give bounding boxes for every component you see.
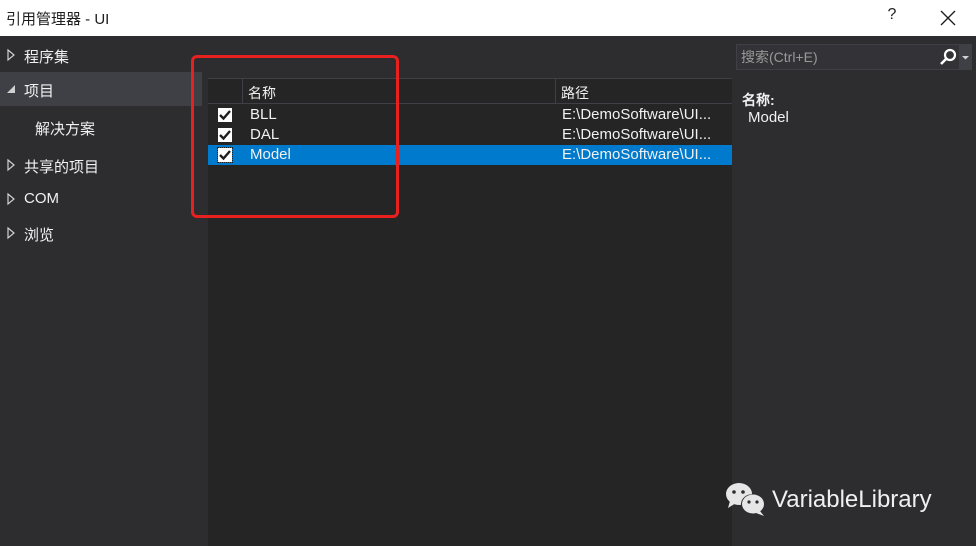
table-row[interactable]: BLL E:\DemoSoftware\UI...: [208, 105, 732, 125]
triangle-down-icon[interactable]: [6, 82, 16, 96]
row-name: BLL: [250, 106, 277, 123]
reference-list-pane: 名称 路径 BLL E:\DemoSoftware\UI... DAL E:\D…: [208, 36, 732, 546]
sidebar-item-shared-projects[interactable]: 共享的项目: [0, 148, 202, 182]
row-name: DAL: [250, 126, 280, 143]
watermark: VariableLibrary: [724, 482, 964, 518]
sidebar-item-label: 解决方案: [35, 121, 96, 138]
checkmark-icon: [219, 130, 231, 141]
window-title: 引用管理器 - UI: [6, 11, 110, 28]
help-button[interactable]: ?: [884, 6, 900, 28]
grid-header: 名称 路径: [208, 78, 732, 104]
detail-name-label: 名称:: [742, 92, 775, 108]
triangle-right-icon[interactable]: [6, 48, 16, 62]
checkbox[interactable]: [217, 147, 233, 163]
detail-name-value: Model: [748, 109, 789, 126]
sidebar-item-label: COM: [24, 190, 59, 207]
table-row-selected[interactable]: Model E:\DemoSoftware\UI...: [208, 145, 732, 165]
search-input[interactable]: [737, 45, 933, 69]
column-header-path[interactable]: 路径: [555, 79, 732, 103]
triangle-right-icon[interactable]: [6, 192, 16, 206]
sidebar-item-label: 浏览: [24, 227, 55, 244]
search-options-dropdown[interactable]: [959, 45, 972, 69]
triangle-right-icon[interactable]: [6, 158, 16, 172]
close-icon: [940, 10, 956, 26]
table-row[interactable]: DAL E:\DemoSoftware\UI...: [208, 125, 732, 145]
sidebar-item-projects[interactable]: 项目: [0, 72, 202, 106]
sidebar-item-label: 共享的项目: [24, 159, 100, 176]
triangle-right-icon[interactable]: [6, 226, 16, 240]
details-pane: 名称: Model: [732, 36, 976, 546]
sidebar-item-solution[interactable]: 解决方案: [0, 110, 202, 144]
checkmark-icon: [219, 110, 231, 121]
wechat-icon: [726, 483, 765, 516]
sidebar-item-label: 程序集: [24, 49, 70, 66]
sidebar-item-assemblies[interactable]: 程序集: [0, 38, 202, 72]
sidebar-item-com[interactable]: COM: [0, 182, 202, 216]
row-path: E:\DemoSoftware\UI...: [562, 106, 712, 123]
sidebar-item-label: 项目: [24, 83, 55, 100]
column-header-name[interactable]: 名称: [242, 79, 555, 103]
search-icon: [940, 48, 957, 65]
title-bar: 引用管理器 - UI ?: [0, 0, 976, 36]
chevron-down-icon: [962, 56, 969, 60]
watermark-text: VariableLibrary: [772, 486, 932, 513]
row-path: E:\DemoSoftware\UI...: [562, 146, 712, 163]
search-box: [736, 44, 972, 70]
checkmark-icon: [219, 150, 231, 161]
row-path: E:\DemoSoftware\UI...: [562, 126, 712, 143]
row-name: Model: [250, 146, 291, 163]
close-button[interactable]: [937, 7, 959, 29]
checkbox[interactable]: [218, 108, 232, 122]
sidebar-item-browse[interactable]: 浏览: [0, 216, 202, 250]
checkbox[interactable]: [218, 128, 232, 142]
sidebar: 程序集 项目 解决方案 共享的项目 COM 浏览: [0, 36, 208, 546]
search-button[interactable]: [937, 47, 959, 67]
list-toolbar-area: [208, 36, 732, 78]
